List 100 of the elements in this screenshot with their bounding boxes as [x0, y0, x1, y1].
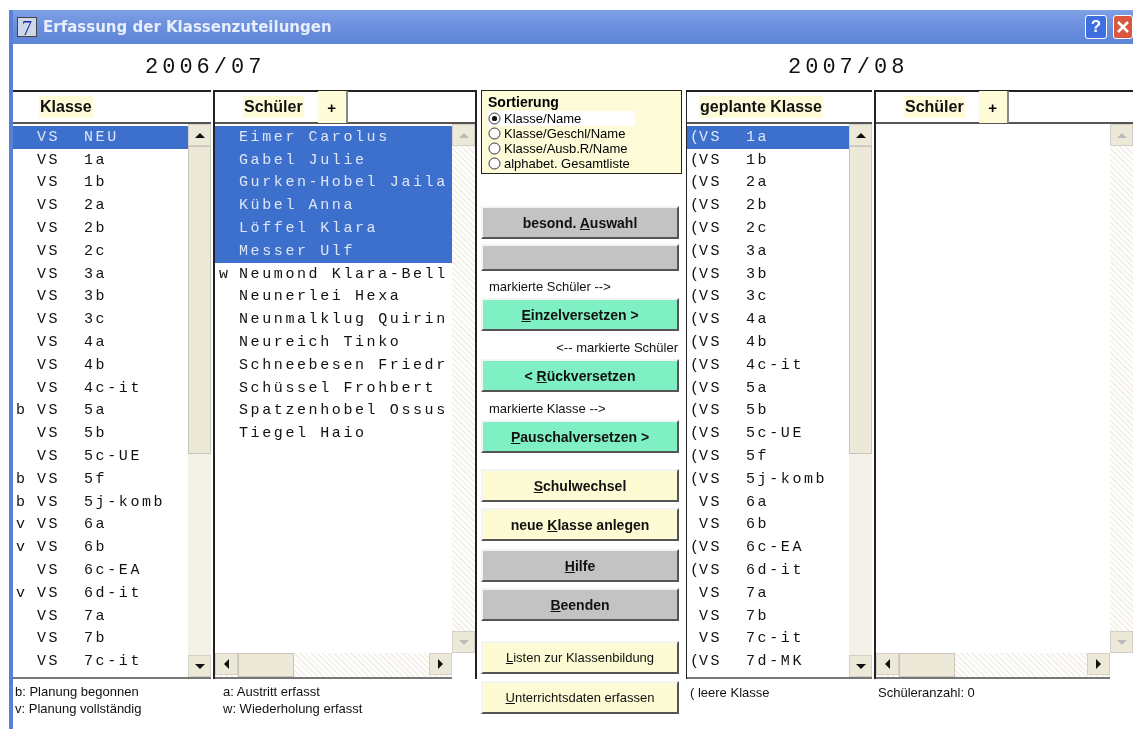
class-list-item[interactable]: VS 4c-it — [13, 376, 188, 400]
class-list-item[interactable]: VS 7c-it — [13, 650, 188, 674]
class-list-item[interactable]: b VS 5a — [13, 399, 188, 423]
scroll-right-button[interactable] — [429, 653, 452, 675]
student-list-item[interactable]: Messer Ulf — [215, 240, 452, 263]
class-list-item[interactable]: (VS 2b — [687, 194, 849, 218]
scroll-thumb[interactable] — [238, 653, 294, 677]
radio-option[interactable]: alphabet. Gesamtliste — [488, 156, 675, 171]
class-list-item[interactable]: v VS 6a — [13, 513, 188, 537]
class-list-item[interactable]: VS 4a — [13, 331, 188, 354]
scroll-down-button[interactable] — [188, 655, 211, 677]
class-list-item[interactable]: (VS 4b — [687, 331, 849, 354]
class-list-item[interactable]: (VS 3a — [687, 240, 849, 263]
scroll-down-button[interactable] — [849, 655, 872, 677]
class-list-item[interactable]: v VS 6b — [13, 536, 188, 560]
class-list-item[interactable]: (VS 4a — [687, 308, 849, 332]
action-button[interactable]: Schulwechsel — [481, 469, 679, 502]
student-list-item[interactable]: Schneebesen Friedr — [215, 353, 452, 377]
class-list-item[interactable]: v VS 6d-it — [13, 581, 188, 605]
class-list-item[interactable]: VS 7a — [687, 581, 849, 605]
class-list-item[interactable]: (VS 5c-UE — [687, 422, 849, 446]
hint-text: <-- markierte Schüler — [556, 340, 678, 356]
left-arrow-icon — [885, 659, 890, 669]
class-list-item[interactable]: (VS 2a — [687, 171, 849, 195]
class-list-item[interactable]: VS 7b — [13, 627, 188, 651]
class-list-item[interactable]: VS 5b — [13, 422, 188, 446]
class-list-item[interactable]: VS 6a — [687, 490, 849, 514]
class-list-item[interactable]: (VS 5b — [687, 399, 849, 423]
action-button[interactable]: < Rückversetzen — [481, 359, 679, 392]
class-list-item[interactable]: VS 3b — [13, 285, 188, 309]
class-list-item[interactable]: (VS 6d-it — [687, 559, 849, 582]
student-list-item[interactable]: Schüssel Frohbert — [215, 376, 452, 400]
class-list-item[interactable]: VS 3c — [13, 308, 188, 332]
horizontal-scrollbar[interactable] — [876, 653, 1110, 679]
action-button[interactable]: Beenden — [481, 588, 679, 621]
radio-option[interactable]: Klasse/Geschl/Name — [488, 126, 675, 141]
add-button[interactable]: + — [317, 91, 348, 123]
class-list-item[interactable]: VS 7b — [687, 604, 849, 628]
class-list-item[interactable]: (VS 5a — [687, 376, 849, 400]
scroll-thumb[interactable] — [899, 653, 955, 677]
scroll-up-button[interactable] — [849, 124, 872, 146]
class-list-item[interactable]: (VS 1b — [687, 148, 849, 172]
class-list-item[interactable]: b VS 5j-komb — [13, 490, 188, 514]
class-list-item[interactable]: (VS 3b — [687, 262, 849, 286]
class-list-item[interactable]: (VS 1a — [687, 126, 849, 149]
class-list-item[interactable]: (VS 2c — [687, 217, 849, 240]
class-list-item[interactable]: VS 7c-it — [687, 627, 849, 651]
horizontal-scrollbar[interactable] — [215, 653, 452, 679]
radio-option[interactable]: Klasse/Ausb.R/Name — [488, 141, 675, 156]
action-button[interactable]: Unterrichtsdaten erfassen — [481, 681, 679, 714]
class-list-item[interactable]: (VS 7d-MK — [687, 650, 849, 674]
class-list-item[interactable]: (VS 5f — [687, 445, 849, 468]
student-list-item[interactable]: Kübel Anna — [215, 194, 452, 218]
help-button[interactable]: ? — [1085, 15, 1107, 39]
action-button[interactable]: neue Klasse anlegen — [481, 508, 679, 541]
vertical-scrollbar[interactable] — [188, 124, 211, 677]
action-button[interactable]: Hilfe — [481, 549, 679, 582]
class-list-item[interactable]: VS 2a — [13, 194, 188, 218]
student-list-item[interactable]: Neunerlei Hexa — [215, 285, 452, 309]
class-list-item[interactable]: VS 6b — [687, 513, 849, 537]
scroll-thumb[interactable] — [188, 146, 211, 454]
class-list-item[interactable]: VS 2c — [13, 240, 188, 263]
student-list-item[interactable]: Neunmalklug Quirin — [215, 308, 452, 332]
scroll-right-button[interactable] — [1087, 653, 1110, 675]
student-list-item[interactable]: Eimer Carolus — [215, 126, 452, 149]
close-button[interactable] — [1113, 15, 1133, 39]
class-list-item[interactable]: (VS 3c — [687, 285, 849, 309]
student-list-item[interactable]: Neureich Tinko — [215, 331, 452, 354]
add-button[interactable]: + — [978, 91, 1009, 123]
class-list-item[interactable]: (VS 4c-it — [687, 353, 849, 377]
class-list-item[interactable]: VS 4b — [13, 353, 188, 377]
vertical-scrollbar[interactable] — [849, 124, 872, 677]
right-arrow-icon — [1096, 659, 1101, 669]
student-list-item[interactable]: Tiegel Haio — [215, 422, 452, 446]
student-list-item[interactable]: Löffel Klara — [215, 217, 452, 240]
scroll-up-button[interactable] — [188, 124, 211, 146]
class-list-item[interactable]: b VS 5f — [13, 467, 188, 491]
column-header: Klasse — [39, 96, 93, 118]
class-list-item[interactable]: VS 2b — [13, 217, 188, 240]
action-button[interactable]: besond. Auswahl — [481, 206, 679, 239]
class-list-item[interactable]: (VS 6c-EA — [687, 536, 849, 560]
class-list-item[interactable]: VS 1b — [13, 171, 188, 195]
class-list-item[interactable]: VS NEU — [13, 126, 188, 149]
action-button[interactable]: Listen zur Klassenbildung — [481, 641, 679, 674]
class-list-item[interactable]: VS 5c-UE — [13, 445, 188, 468]
action-button[interactable]: Einzelversetzen > — [481, 298, 679, 331]
class-list-item[interactable]: (VS 5j-komb — [687, 467, 849, 491]
class-list-item[interactable]: VS 7a — [13, 604, 188, 628]
student-list-item[interactable]: Gurken-Hobel Jaila — [215, 171, 452, 195]
action-button[interactable]: Pauschalversetzen > — [481, 420, 679, 453]
class-list-item[interactable]: VS 1a — [13, 148, 188, 172]
radio-option[interactable]: Klasse/Name — [488, 111, 635, 126]
scroll-left-button[interactable] — [876, 653, 899, 675]
student-list-item[interactable]: w Neumond Klara-Bell — [215, 262, 452, 286]
student-list-item[interactable]: Gabel Julie — [215, 148, 452, 172]
scroll-thumb[interactable] — [849, 146, 872, 454]
student-list-item[interactable]: Spatzenhobel Ossus — [215, 399, 452, 423]
class-list-item[interactable]: VS 3a — [13, 262, 188, 286]
scroll-left-button[interactable] — [215, 653, 238, 675]
class-list-item[interactable]: VS 6c-EA — [13, 559, 188, 582]
